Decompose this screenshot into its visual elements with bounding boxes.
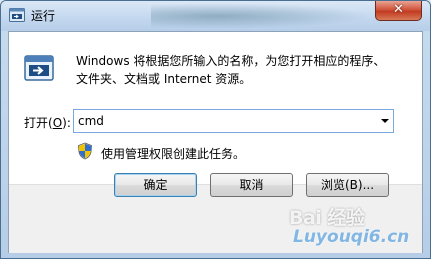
dialog-body: Windows 将根据您所输入的名称，为您打开相应的程序、 文件夹、文档或 In… <box>8 31 423 253</box>
dialog-description: Windows 将根据您所输入的名称，为您打开相应的程序、 文件夹、文档或 In… <box>76 52 416 88</box>
title-bar-background <box>151 3 371 29</box>
cancel-button[interactable]: 取消 <box>210 173 293 197</box>
open-label-prefix: 打开( <box>24 116 53 130</box>
close-icon: ✕ <box>393 2 404 17</box>
open-input[interactable] <box>78 112 368 130</box>
browse-button[interactable]: 浏览(B)... <box>306 173 389 197</box>
chevron-down-icon[interactable] <box>377 110 393 132</box>
open-label: 打开(O): <box>24 114 71 131</box>
run-dialog-icon <box>24 55 54 81</box>
window-title: 运行 <box>31 9 56 23</box>
admin-note: 使用管理权限创建此任务。 <box>101 147 246 161</box>
ok-button[interactable]: 确定 <box>114 173 197 197</box>
description-line-1: Windows 将根据您所输入的名称，为您打开相应的程序、 <box>76 54 386 68</box>
uac-shield-icon <box>78 142 92 160</box>
open-label-accelerator: O <box>52 116 63 130</box>
run-dialog-icon <box>9 8 25 22</box>
description-line-2: 文件夹、文档或 Internet 资源。 <box>76 72 252 86</box>
open-label-suffix: ): <box>62 116 71 130</box>
title-bar[interactable]: 运行 ✕ <box>1 1 430 31</box>
run-dialog-window: 运行 ✕ Windows 将根据您所输入的名称，为您打开相应的程序、 文件夹、文… <box>0 0 431 259</box>
open-combobox[interactable] <box>73 109 394 133</box>
close-button[interactable]: ✕ <box>375 1 422 21</box>
